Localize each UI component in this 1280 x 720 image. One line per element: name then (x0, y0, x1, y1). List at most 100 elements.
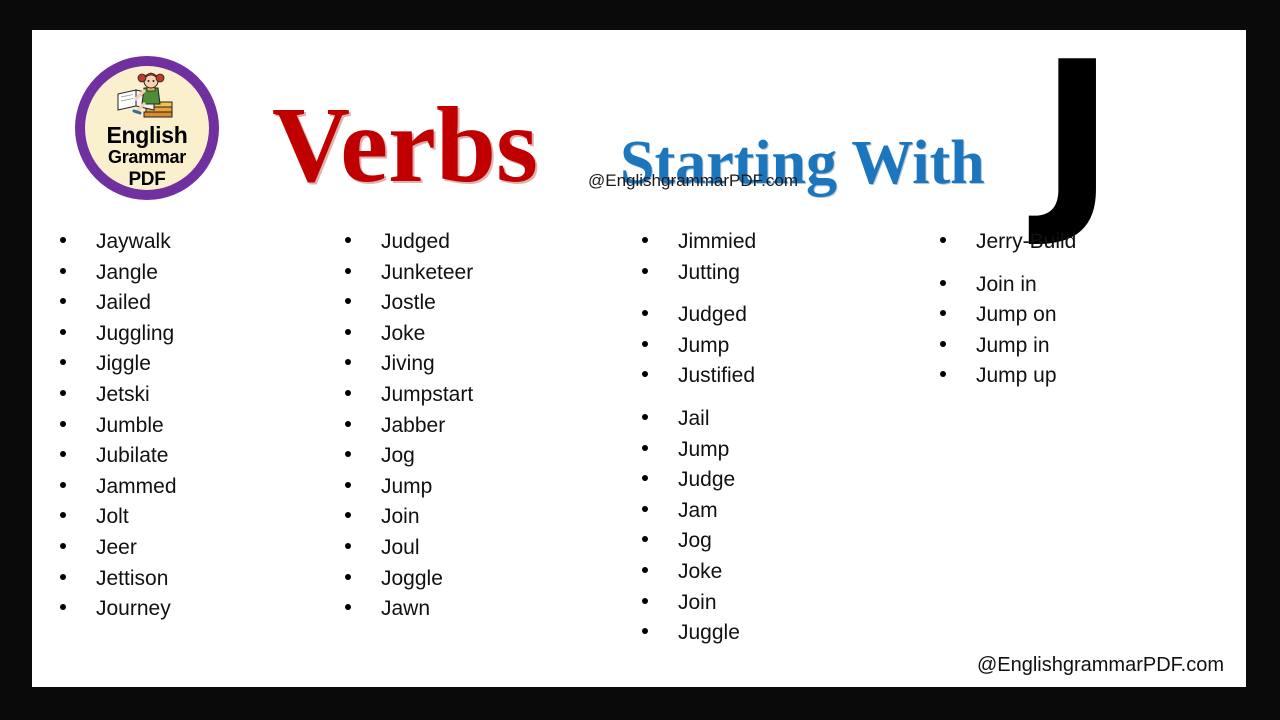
word-label: Joke (381, 321, 426, 345)
logo-text-english: English (106, 122, 188, 148)
word-column-1: Jaywalk Jangle Jailed Juggling Jiggle Jetski J… (60, 230, 330, 628)
word-label: Jaywalk (96, 230, 171, 253)
list-item: Journey (60, 597, 330, 628)
word-label: Joggle (381, 566, 443, 590)
list-item: Jolt (60, 505, 330, 536)
bullet-icon (940, 237, 946, 243)
word-label: Jetski (96, 382, 150, 406)
word-label: Jammed (96, 474, 177, 498)
word-label: Join (678, 590, 717, 614)
bullet-icon (642, 536, 648, 543)
list-item: Jog (642, 529, 912, 560)
word-label: Jiggle (96, 352, 151, 376)
list-item: Joul (345, 536, 615, 567)
list-item: Jailed (60, 291, 330, 322)
word-label: Juggle (678, 621, 740, 645)
list-item: Jog (345, 444, 615, 475)
list-item: Jimmied (642, 230, 912, 261)
word-label: Jog (678, 529, 712, 553)
bullet-icon (642, 444, 648, 451)
word-label: Join in (976, 272, 1037, 296)
bullet-icon (345, 359, 351, 366)
bullet-icon (642, 237, 648, 243)
bullet-icon (345, 389, 351, 396)
bullet-icon (940, 340, 946, 347)
bullet-icon (60, 237, 66, 243)
list-item: Jerry-Build (940, 230, 1210, 261)
word-label: Jimmied (678, 230, 757, 253)
list-item: Judged (642, 303, 912, 334)
bullet-icon (642, 505, 648, 512)
word-label: Jog (381, 444, 415, 468)
bullet-icon (642, 371, 648, 378)
word-label: Jump in (976, 333, 1050, 357)
word-label: Jutting (678, 260, 740, 284)
list-item: Jump in (940, 334, 1210, 365)
list-item: Join (345, 505, 615, 536)
list-item: Joke (345, 322, 615, 353)
word-column-4: Jerry-Build Join in Jump on Jump in Jump up (940, 230, 1210, 395)
list-item: Justified (642, 364, 912, 395)
bullet-icon (642, 566, 648, 573)
list-item: Jiggle (60, 352, 330, 383)
word-label: Judged (678, 303, 747, 327)
bullet-icon (345, 451, 351, 458)
word-label: Joke (678, 559, 723, 583)
list-item: Jangle (60, 261, 330, 292)
list-item: Jump on (940, 303, 1210, 334)
list-item: Juggle (642, 621, 912, 652)
list-item: Jabber (345, 414, 615, 445)
header-watermark: @EnglishgrammarPDF.com (588, 171, 798, 190)
list-item: Jawn (345, 597, 615, 628)
list-item: Joggle (345, 567, 615, 598)
word-label: Jumble (96, 413, 164, 437)
list-item: Join in (940, 273, 1210, 304)
list-item: Jaywalk (60, 230, 330, 261)
word-column-3: Jimmied Jutting Judged Jump Justified Jail Jum… (642, 230, 912, 652)
word-label: Jail (678, 406, 710, 430)
word-label: Joul (381, 535, 420, 559)
list-item: Judged (345, 230, 615, 261)
word-label: Jabber (381, 413, 446, 437)
logo-text-grammar: Grammar (108, 147, 186, 167)
bullet-icon (60, 267, 66, 274)
word-label: Jump (678, 437, 730, 461)
list-item: Jam (642, 499, 912, 530)
list-item: Jetski (60, 383, 330, 414)
word-label: Jangle (96, 260, 158, 284)
bullet-icon (60, 481, 66, 488)
title-primary-word: Verbs (272, 86, 539, 205)
list-item: Jammed (60, 475, 330, 506)
bullet-icon (345, 420, 351, 427)
word-label: Jump (381, 474, 433, 498)
bullet-icon (345, 328, 351, 335)
bullet-icon (345, 512, 351, 519)
bullet-icon (345, 604, 351, 611)
poster-header: English Grammar PDF Verbs Starting With … (32, 30, 1246, 236)
list-item: Jeer (60, 536, 330, 567)
bullet-icon (60, 512, 66, 519)
bullet-icon (940, 371, 946, 378)
list-item: Jubilate (60, 444, 330, 475)
bullet-icon (60, 542, 66, 549)
bullet-icon (642, 597, 648, 604)
list-item: Jutting (642, 261, 912, 292)
list-item: Judge (642, 468, 912, 499)
bullet-icon (345, 267, 351, 274)
footer-watermark: @EnglishgrammarPDF.com (976, 654, 1224, 676)
list-item: Jump up (940, 364, 1210, 395)
bullet-icon (345, 573, 351, 580)
poster-frame: English Grammar PDF Verbs Starting With … (0, 0, 1280, 720)
word-label: Jawn (381, 597, 431, 621)
girl-reading-books-icon (117, 72, 173, 118)
list-item: Jump (642, 334, 912, 365)
word-label: Jailed (96, 291, 151, 315)
bullet-icon (940, 310, 946, 317)
word-label: Jump (678, 333, 730, 357)
word-label: Journey (96, 597, 171, 621)
title-letter-j: J (1040, 30, 1115, 252)
bullet-icon (60, 328, 66, 335)
word-label: Judge (678, 468, 736, 492)
bullet-icon (642, 413, 648, 420)
word-label: Jeer (96, 535, 137, 559)
